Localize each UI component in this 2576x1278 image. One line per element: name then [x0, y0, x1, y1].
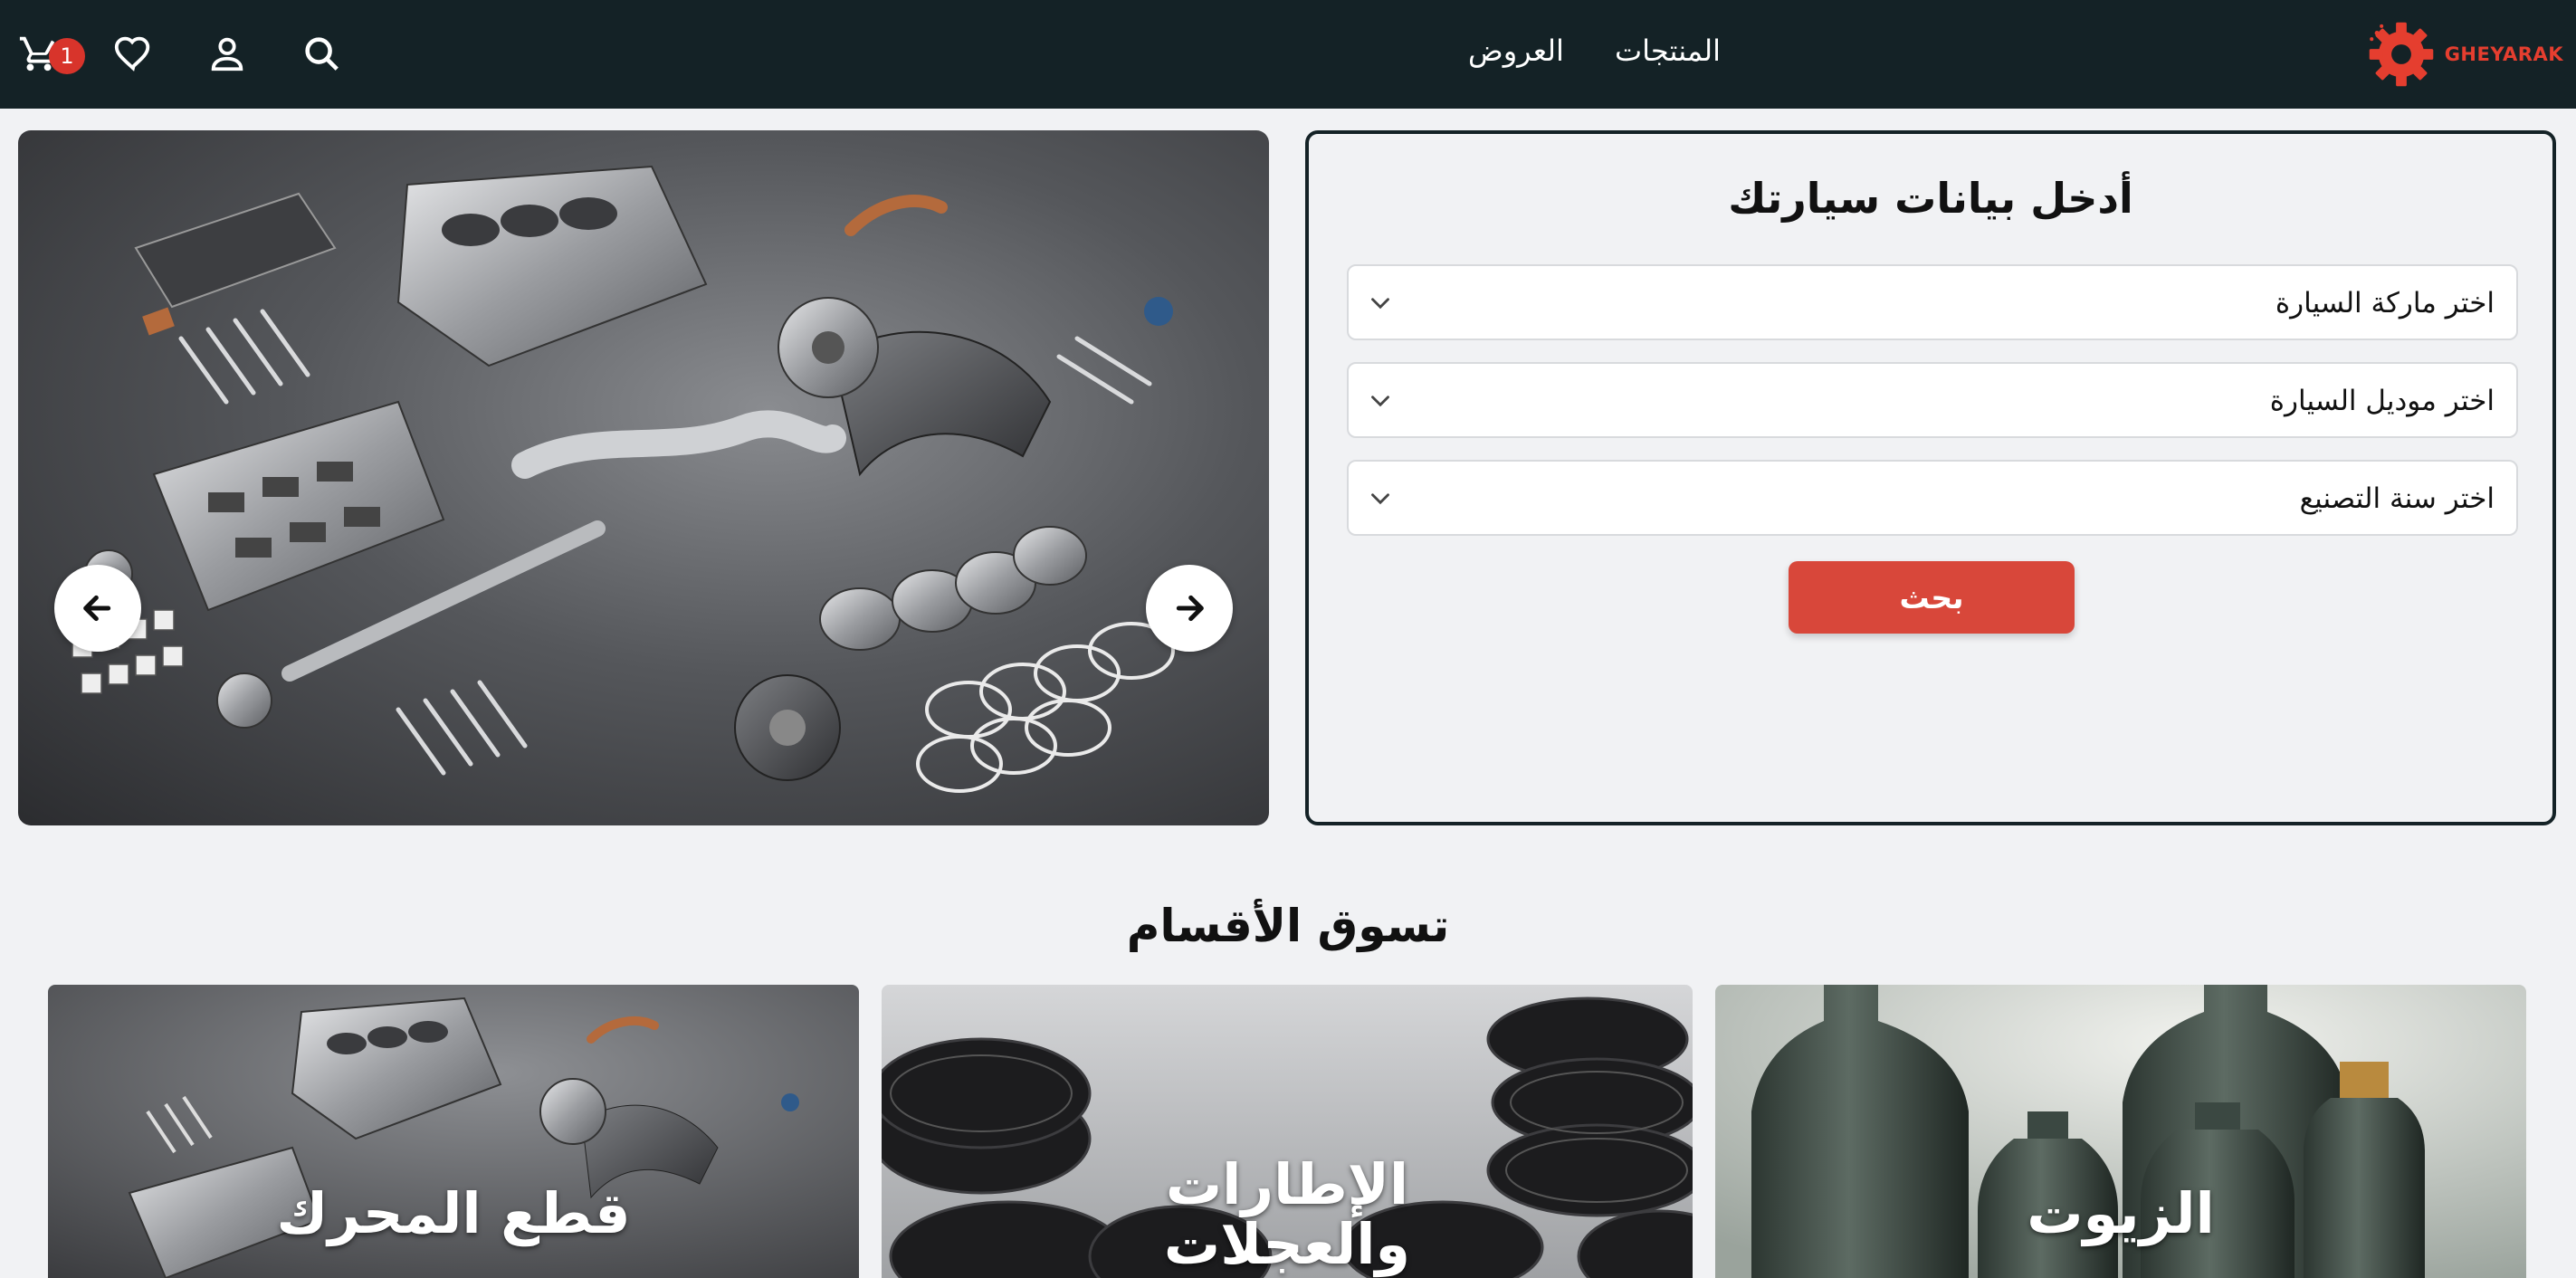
- chevron-down-icon: [1371, 298, 1389, 310]
- categories-title: تسوق الأقسام: [1126, 900, 1450, 952]
- slider-next-button[interactable]: [1146, 565, 1233, 652]
- account-button[interactable]: [197, 24, 257, 83]
- cart-button[interactable]: 1: [9, 24, 85, 83]
- heart-icon: [114, 36, 150, 72]
- search-icon: [305, 37, 339, 71]
- search-submit-button[interactable]: بحث: [1789, 561, 2075, 634]
- chevron-down-icon: [1371, 493, 1389, 505]
- category-label: الزيوت: [2027, 1180, 2215, 1246]
- category-card-oils[interactable]: الزيوت: [1715, 985, 2526, 1278]
- hero-slider[interactable]: [18, 130, 1269, 825]
- engine-parts-image: [72, 165, 1175, 793]
- car-make-value: اختر ماركة السيارة: [2275, 287, 2495, 320]
- category-label: قطع المحرك: [276, 1180, 631, 1246]
- arrow-left-icon: [83, 595, 111, 622]
- car-search-form: أدخل بيانات سيارتك اختر ماركة السيارة اخ…: [1305, 130, 2556, 825]
- car-year-select[interactable]: اختر سنة التصنيع: [1347, 460, 2518, 536]
- user-icon: [211, 37, 243, 72]
- nav-offers[interactable]: العروض: [1468, 0, 1564, 109]
- search-button[interactable]: [291, 24, 351, 83]
- category-label: الإطارات والعجلات: [1163, 1151, 1411, 1277]
- top-navbar: 1 العروض المنتجات GHEYARAK: [0, 0, 2576, 109]
- car-year-value: اختر سنة التصنيع: [2299, 482, 2495, 515]
- brand-logo[interactable]: GHEYARAK: [2363, 9, 2563, 100]
- car-make-select[interactable]: اختر ماركة السيارة: [1347, 264, 2518, 340]
- car-model-value: اختر موديل السيارة: [2269, 385, 2495, 417]
- brand-name: GHEYARAK: [2444, 43, 2563, 65]
- nav-products[interactable]: المنتجات: [1615, 0, 1721, 109]
- cart-count-badge: 1: [49, 38, 85, 74]
- form-title: أدخل بيانات سيارتك: [1728, 174, 2133, 223]
- category-card-tires-wheels[interactable]: الإطارات والعجلات: [882, 985, 1693, 1278]
- car-model-select[interactable]: اختر موديل السيارة: [1347, 362, 2518, 438]
- category-card-engine-parts[interactable]: قطع المحرك: [48, 985, 859, 1278]
- gear-logo-icon: [2369, 22, 2433, 87]
- slider-prev-button[interactable]: [54, 565, 141, 652]
- wishlist-button[interactable]: [103, 24, 163, 83]
- arrow-right-icon: [1176, 595, 1204, 622]
- chevron-down-icon: [1371, 396, 1389, 407]
